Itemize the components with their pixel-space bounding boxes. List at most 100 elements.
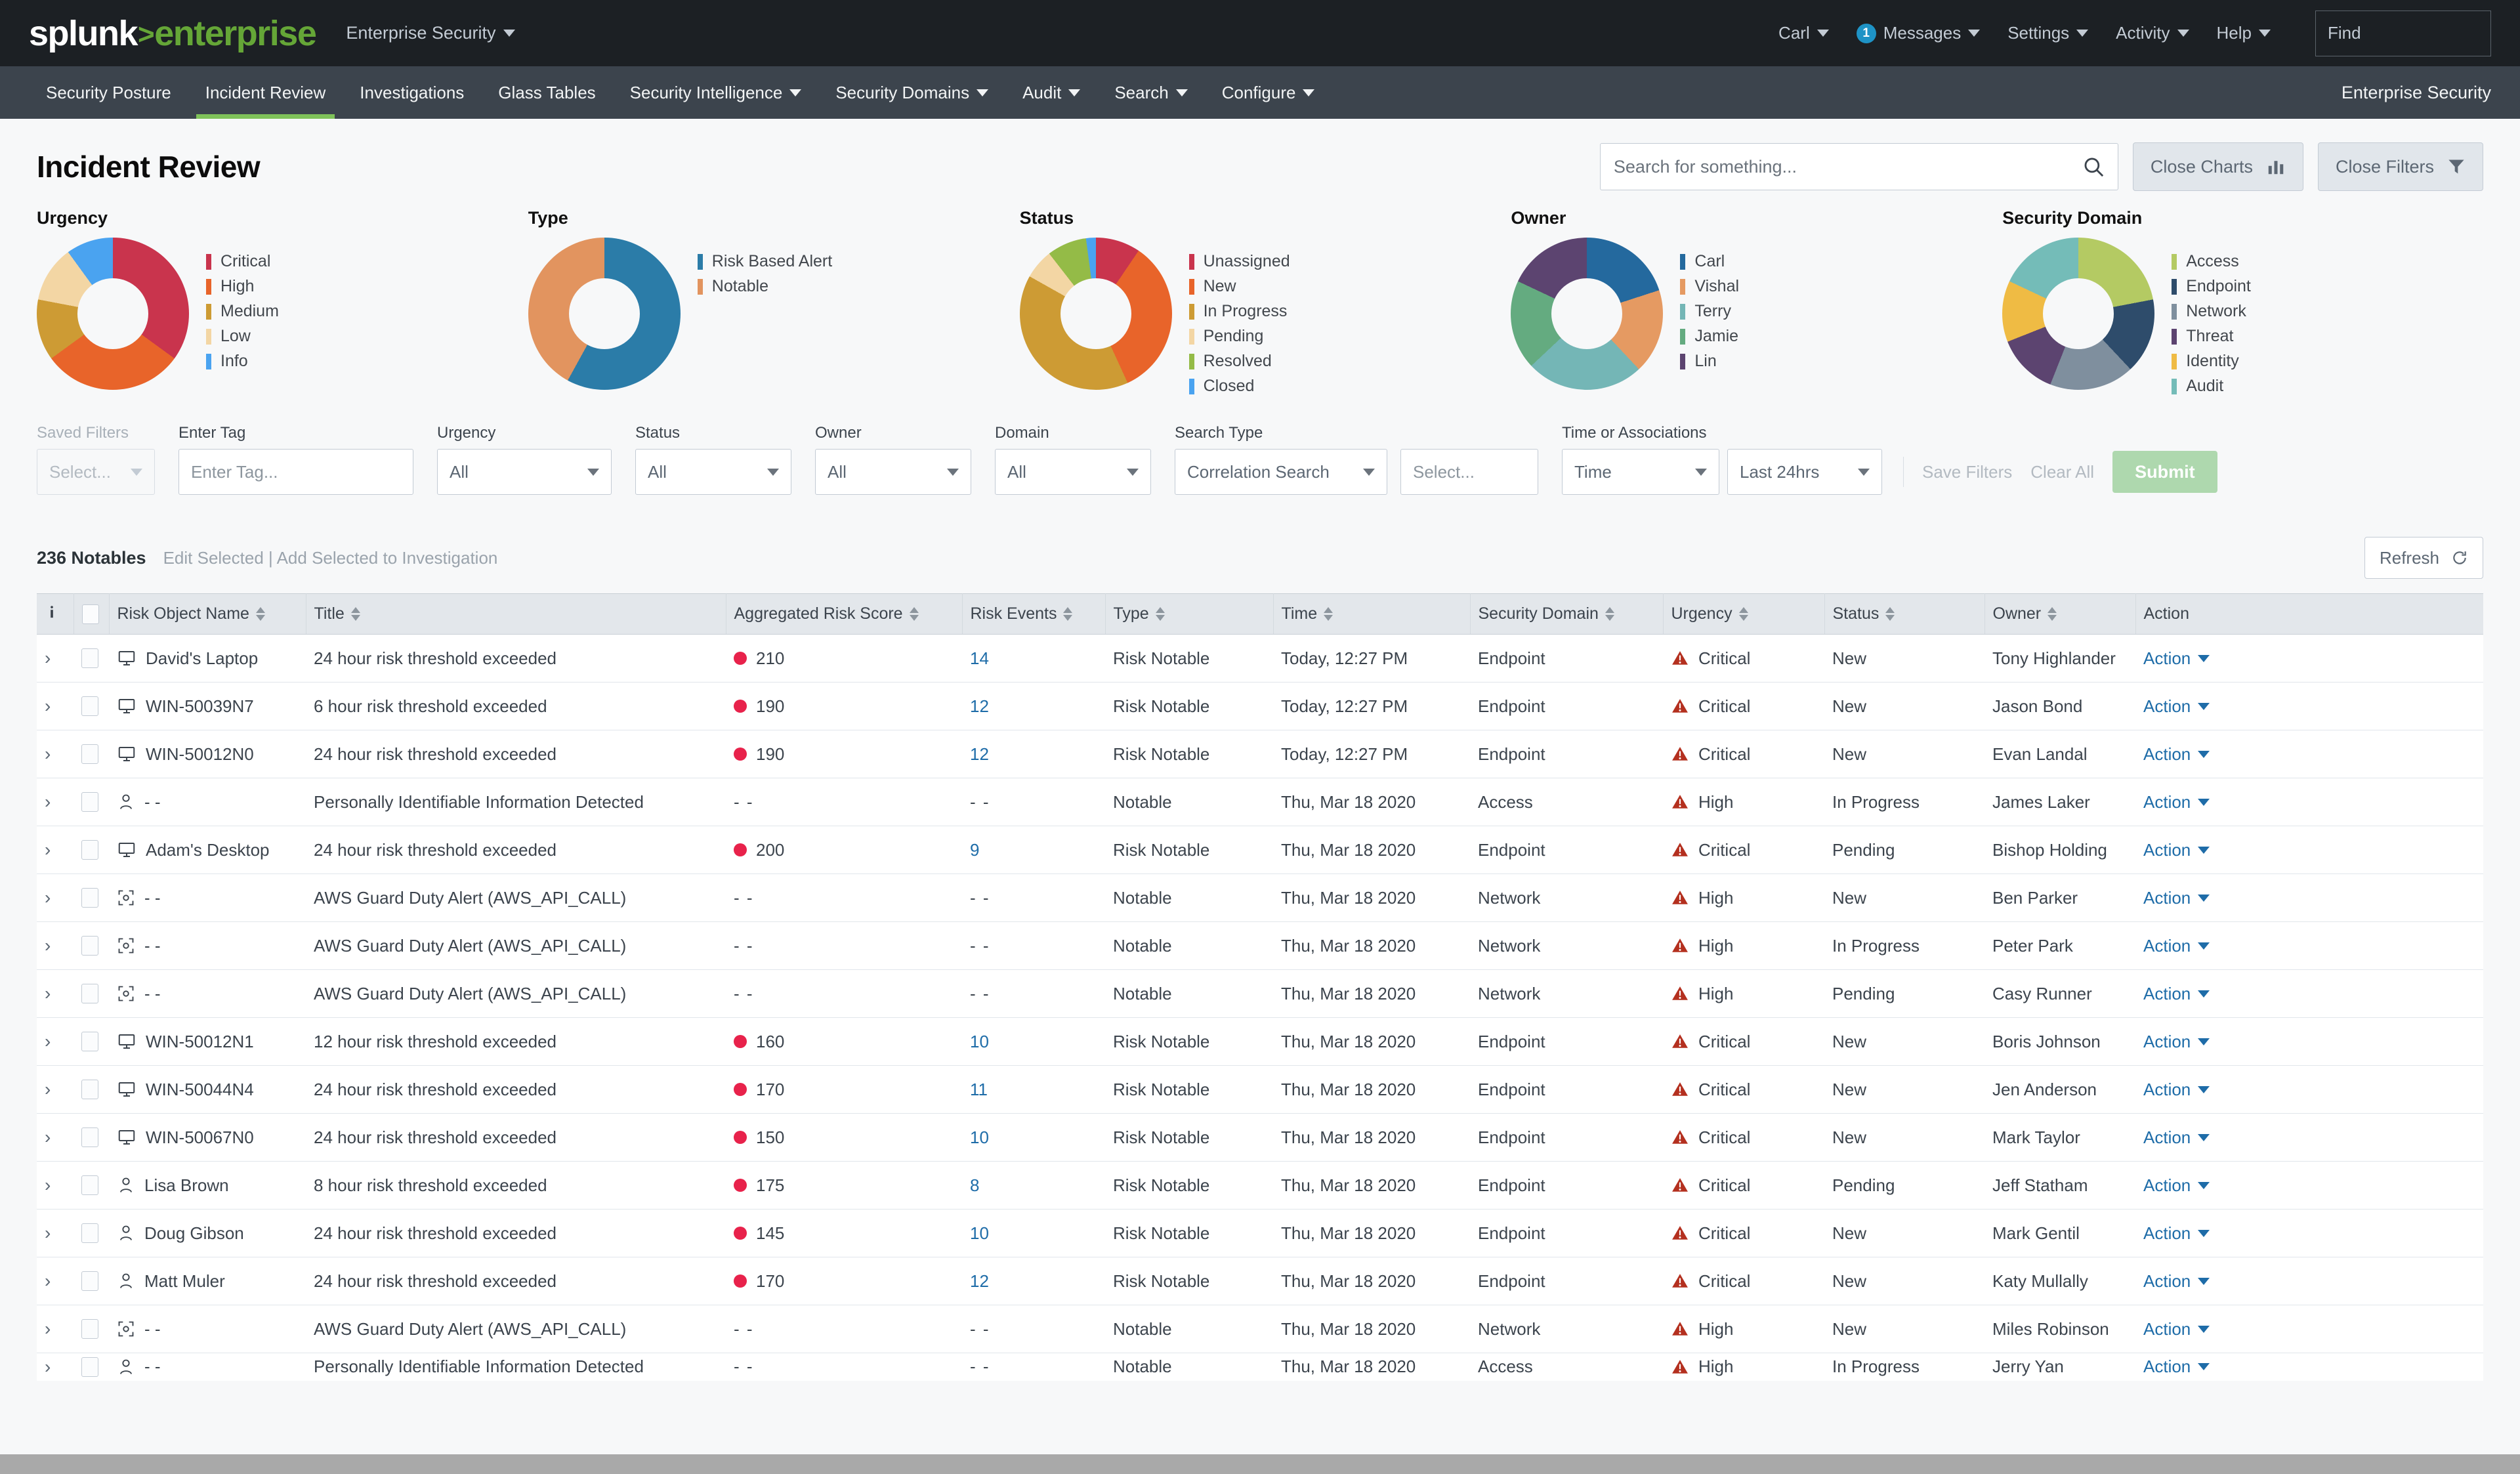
legend-item[interactable]: Jamie — [1680, 327, 1739, 346]
row-action-menu[interactable]: Action — [2143, 696, 2475, 717]
row-expand-cell[interactable]: › — [37, 969, 74, 1018]
legend-item[interactable]: Access — [2172, 252, 2251, 271]
table-row[interactable]: › - - AWS Guard Duty Alert (AWS_API_CALL) -… — [37, 921, 2483, 970]
legend-item[interactable]: Risk Based Alert — [697, 252, 832, 271]
expand-row-icon[interactable]: › — [45, 1223, 51, 1243]
time-range-select[interactable]: Last 24hrs — [1727, 449, 1882, 495]
donut-chart[interactable] — [1511, 238, 1664, 390]
column-header-time[interactable]: Time — [1273, 593, 1471, 635]
nav-item-security-domains[interactable]: Security Domains — [818, 66, 1005, 119]
expand-row-icon[interactable]: › — [45, 1127, 51, 1147]
row-action-menu[interactable]: Action — [2143, 888, 2475, 908]
row-expand-cell[interactable]: › — [37, 1353, 74, 1381]
search-input[interactable]: Search for something... — [1599, 143, 2118, 190]
row-checkbox[interactable] — [81, 1175, 98, 1195]
row-select-cell[interactable] — [74, 921, 109, 970]
splunk-logo[interactable]: splunk > enterprise — [29, 16, 317, 51]
row-action-menu[interactable]: Action — [2143, 744, 2475, 765]
legend-item[interactable]: Terry — [1680, 302, 1739, 321]
nav-item-audit[interactable]: Audit — [1005, 66, 1097, 119]
row-expand-cell[interactable]: › — [37, 826, 74, 874]
row-checkbox[interactable] — [81, 840, 98, 860]
nav-item-configure[interactable]: Configure — [1205, 66, 1332, 119]
row-select-cell[interactable] — [74, 1113, 109, 1162]
edit-selected-link[interactable]: Edit Selected — [163, 548, 264, 568]
expand-row-icon[interactable]: › — [45, 1175, 51, 1195]
row-action-menu[interactable]: Action — [2143, 936, 2475, 956]
row-expand-cell[interactable]: › — [37, 634, 74, 683]
expand-row-icon[interactable]: › — [45, 1079, 51, 1099]
row-expand-cell[interactable]: › — [37, 1209, 74, 1257]
sort-toggle-icon[interactable] — [1738, 607, 1748, 621]
expand-row-icon[interactable]: › — [45, 983, 51, 1003]
table-row[interactable]: › WIN-50039N7 6 hour risk threshold exceed… — [37, 682, 2483, 730]
help-menu[interactable]: Help — [2217, 23, 2271, 43]
nav-item-search[interactable]: Search — [1097, 66, 1204, 119]
sort-toggle-icon[interactable] — [1155, 607, 1165, 621]
app-switcher[interactable]: Enterprise Security — [346, 23, 516, 43]
row-checkbox[interactable] — [81, 1357, 98, 1377]
legend-item[interactable]: Carl — [1680, 252, 1739, 271]
row-checkbox[interactable] — [81, 1319, 98, 1339]
row-checkbox[interactable] — [81, 888, 98, 908]
row-checkbox[interactable] — [81, 936, 98, 956]
expand-row-icon[interactable]: › — [45, 1031, 51, 1051]
legend-item[interactable]: Closed — [1188, 377, 1290, 396]
expand-row-icon[interactable]: › — [45, 791, 51, 812]
row-action-menu[interactable]: Action — [2143, 792, 2475, 812]
row-action-menu[interactable]: Action — [2143, 1080, 2475, 1100]
risk-events-link[interactable]: 10 — [970, 1032, 989, 1051]
row-select-cell[interactable] — [74, 826, 109, 874]
domain-select[interactable]: All — [995, 449, 1151, 495]
legend-item[interactable]: Resolved — [1188, 352, 1290, 371]
expand-row-icon[interactable]: › — [45, 696, 51, 716]
row-action-menu[interactable]: Action — [2143, 1271, 2475, 1292]
add-selected-to-investigation-link[interactable]: Add Selected to Investigation — [277, 548, 498, 568]
row-select-cell[interactable] — [74, 634, 109, 683]
table-row[interactable]: › - - Personally Identifiable Information … — [37, 778, 2483, 826]
row-checkbox[interactable] — [81, 696, 98, 716]
row-action-menu[interactable]: Action — [2143, 1319, 2475, 1339]
table-row[interactable]: › WIN-50044N4 24 hour risk threshold excee… — [37, 1065, 2483, 1114]
column-header-status[interactable]: Status — [1824, 593, 1985, 635]
legend-item[interactable]: Threat — [2172, 327, 2251, 346]
column-header-risk-events[interactable]: Risk Events — [962, 593, 1106, 635]
refresh-button[interactable]: Refresh — [2364, 537, 2483, 579]
legend-item[interactable]: Notable — [697, 277, 832, 296]
row-expand-cell[interactable]: › — [37, 778, 74, 826]
sort-toggle-icon[interactable] — [1885, 607, 1895, 621]
expand-row-icon[interactable]: › — [45, 935, 51, 956]
row-expand-cell[interactable]: › — [37, 1305, 74, 1353]
sort-toggle-icon[interactable] — [1063, 607, 1073, 621]
row-action-menu[interactable]: Action — [2143, 1357, 2475, 1377]
row-expand-cell[interactable]: › — [37, 682, 74, 730]
row-checkbox[interactable] — [81, 744, 98, 764]
table-row[interactable]: › Lisa Brown 8 hour risk threshold exceede… — [37, 1161, 2483, 1210]
table-row[interactable]: › David's Laptop 24 hour risk threshold ex… — [37, 634, 2483, 683]
table-row[interactable]: › WIN-50012N1 12 hour risk threshold excee… — [37, 1017, 2483, 1066]
nav-item-security-intelligence[interactable]: Security Intelligence — [613, 66, 819, 119]
row-select-cell[interactable] — [74, 1353, 109, 1381]
table-row[interactable]: › Adam's Desktop 24 hour risk threshold ex… — [37, 826, 2483, 874]
legend-item[interactable]: High — [206, 277, 279, 296]
search-type-secondary-select[interactable]: Select... — [1400, 449, 1538, 495]
row-checkbox[interactable] — [81, 984, 98, 1003]
row-checkbox[interactable] — [81, 1271, 98, 1291]
column-header-risk-object-name[interactable]: Risk Object Name — [109, 593, 306, 635]
row-expand-cell[interactable]: › — [37, 1161, 74, 1210]
donut-chart[interactable] — [2002, 238, 2155, 390]
row-checkbox[interactable] — [81, 648, 98, 668]
close-charts-button[interactable]: Close Charts — [2132, 142, 2303, 191]
row-expand-cell[interactable]: › — [37, 1065, 74, 1114]
expand-row-icon[interactable]: › — [45, 744, 51, 764]
column-header-security-domain[interactable]: Security Domain — [1470, 593, 1664, 635]
nav-item-glass-tables[interactable]: Glass Tables — [481, 66, 612, 119]
expand-row-icon[interactable]: › — [45, 1357, 51, 1377]
risk-events-link[interactable]: 10 — [970, 1223, 989, 1243]
risk-events-link[interactable]: 9 — [970, 840, 979, 860]
nav-item-incident-review[interactable]: Incident Review — [188, 66, 343, 119]
urgency-select[interactable]: All — [437, 449, 612, 495]
row-checkbox[interactable] — [81, 1127, 98, 1147]
row-action-menu[interactable]: Action — [2143, 1032, 2475, 1052]
column-header-urgency[interactable]: Urgency — [1663, 593, 1825, 635]
